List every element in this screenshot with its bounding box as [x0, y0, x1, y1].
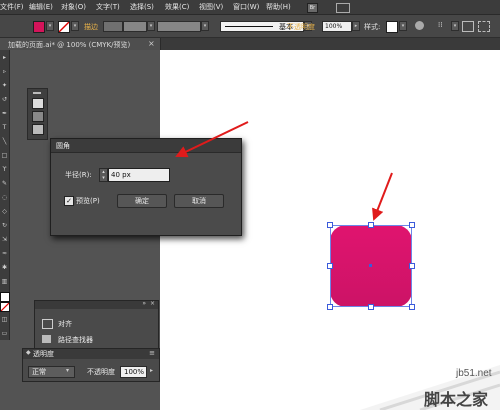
transparency-panel-header[interactable]: ◆ 透明度 ≡: [23, 349, 159, 359]
opacity-slider-icon[interactable]: ▸: [150, 367, 153, 374]
panel-menu-icon[interactable]: ≡: [149, 349, 155, 357]
arrow-to-shape: [372, 172, 393, 221]
align-label[interactable]: 对齐: [58, 319, 72, 329]
close-panel-icon[interactable]: ×: [150, 300, 155, 307]
align-panel-icon[interactable]: [42, 319, 53, 329]
watermark-url: jb51.net: [456, 368, 492, 379]
pathfinder-label[interactable]: 路径查找器: [58, 335, 93, 345]
watermark-site-name: 脚本之家: [424, 390, 489, 409]
transparency-opacity-field[interactable]: 100%: [120, 366, 147, 378]
transparency-opacity-label: 不透明度: [87, 368, 115, 376]
blend-mode-dropdown-icon[interactable]: ▾: [66, 367, 69, 374]
transparency-panel: ◆ 透明度 ≡ 正常 ▾ 不透明度 100% ▸: [22, 348, 160, 382]
align-pathfinder-panel: » × 对齐 路径查找器: [34, 300, 159, 350]
transparency-title: 透明度: [33, 350, 54, 358]
panel-toggle-icon[interactable]: ◆: [26, 349, 31, 356]
watermark: jb51.net 脚本之家: [360, 360, 500, 410]
align-panel-header[interactable]: » ×: [35, 300, 158, 309]
arrow-to-radius-field: [175, 121, 249, 158]
pathfinder-panel-icon[interactable]: [42, 335, 51, 343]
collapse-icon[interactable]: »: [142, 300, 146, 307]
